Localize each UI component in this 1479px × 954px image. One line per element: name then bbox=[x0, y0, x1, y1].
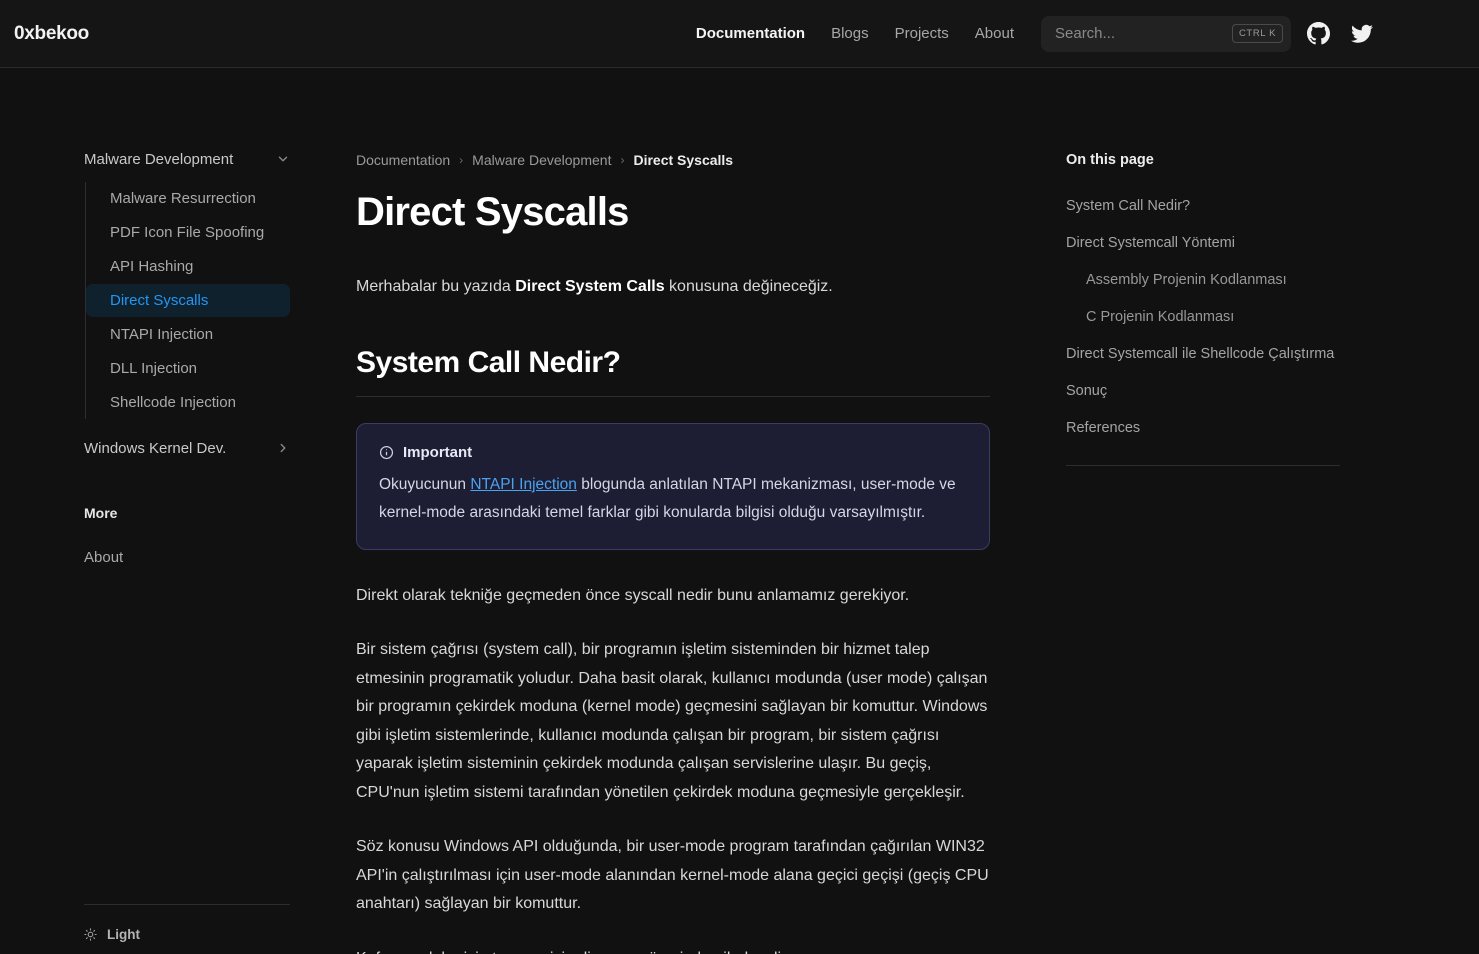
theme-toggle-button[interactable]: Light bbox=[84, 927, 290, 942]
toc-link-direct-systemcall-ile-shellcode-calistirma[interactable]: Direct Systemcall ile Shellcode Çalıştır… bbox=[1066, 344, 1340, 365]
info-icon bbox=[379, 445, 394, 460]
main-content: Documentation › Malware Development › Di… bbox=[310, 68, 1030, 954]
callout-header: Important bbox=[379, 444, 967, 461]
important-callout: Important Okuyucunun NTAPI Injection blo… bbox=[356, 422, 990, 550]
search-input[interactable]: Search... CTRL K bbox=[1041, 15, 1291, 52]
sidebar-item-ntapi-injection[interactable]: NTAPI Injection bbox=[86, 318, 290, 351]
section-heading-system-call-nedir: System Call Nedir? bbox=[356, 346, 990, 397]
page-layout: Malware Development Malware Resurrection… bbox=[0, 68, 1479, 954]
search-shortcut-badge: CTRL K bbox=[1231, 24, 1283, 43]
toc-link-sonuc[interactable]: Sonuç bbox=[1066, 381, 1340, 402]
header-nav: Documentation Blogs Projects About Searc… bbox=[683, 15, 1379, 52]
sidebar-group-malware-development[interactable]: Malware Development bbox=[84, 144, 290, 174]
site-brand[interactable]: 0xbekoo bbox=[14, 23, 89, 45]
nav-link-projects[interactable]: Projects bbox=[882, 25, 962, 42]
intro-text-before: Merhabalar bu yazıda bbox=[356, 278, 516, 295]
sidebar-sublist: Malware Resurrection PDF Icon File Spoof… bbox=[85, 182, 290, 419]
sidebar-group-windows-kernel-dev[interactable]: Windows Kernel Dev. bbox=[84, 433, 290, 463]
intro-paragraph: Merhabalar bu yazıda Direct System Calls… bbox=[356, 273, 990, 302]
sidebar-divider bbox=[84, 904, 290, 905]
sidebar-item-about[interactable]: About bbox=[84, 549, 290, 566]
table-of-contents: On this page System Call Nedir? Direct S… bbox=[1030, 68, 1390, 954]
toc-link-assembly-projenin-kodlanmasi[interactable]: Assembly Projenin Kodlanması bbox=[1066, 270, 1340, 291]
toc-title: On this page bbox=[1066, 152, 1154, 168]
sidebar-item-pdf-icon-file-spoofing[interactable]: PDF Icon File Spoofing bbox=[86, 216, 290, 249]
toc-link-direct-systemcall-yontemi[interactable]: Direct Systemcall Yöntemi bbox=[1066, 233, 1340, 254]
toc-link-references[interactable]: References bbox=[1066, 418, 1340, 439]
toc-divider bbox=[1066, 465, 1340, 466]
page-title: Direct Syscalls bbox=[356, 190, 629, 234]
intro-text-after: konusuna değineceğiz. bbox=[664, 278, 833, 295]
callout-title: Important bbox=[403, 443, 473, 461]
sun-icon bbox=[84, 928, 97, 941]
nav-link-documentation[interactable]: Documentation bbox=[683, 25, 818, 42]
ntapi-injection-link[interactable]: NTAPI Injection bbox=[470, 476, 577, 493]
breadcrumb-item-malware-development[interactable]: Malware Development bbox=[472, 152, 611, 168]
nav-link-blogs[interactable]: Blogs bbox=[818, 25, 882, 42]
paragraph-3: Söz konusu Windows API olduğunda, bir us… bbox=[356, 838, 989, 912]
breadcrumb-item-documentation[interactable]: Documentation bbox=[356, 152, 450, 168]
paragraph-4: Kafanıza daha iyi oturması için diyagram… bbox=[356, 945, 990, 954]
sidebar-item-dll-injection[interactable]: DLL Injection bbox=[86, 352, 290, 385]
sidebar-item-direct-syscalls[interactable]: Direct Syscalls bbox=[86, 284, 290, 317]
paragraph-1: Direkt olarak tekniğe geçmeden önce sysc… bbox=[356, 586, 910, 604]
intro-text-bold: Direct System Calls bbox=[515, 278, 665, 295]
sidebar-group-label: Windows Kernel Dev. bbox=[84, 439, 227, 457]
breadcrumb: Documentation › Malware Development › Di… bbox=[356, 152, 990, 168]
callout-body: Okuyucunun NTAPI Injection blogunda anla… bbox=[379, 471, 967, 527]
site-header: 0xbekoo Documentation Blogs Projects Abo… bbox=[0, 0, 1479, 68]
chevron-right-icon bbox=[276, 441, 290, 455]
toc-link-c-projenin-kodlanmasi[interactable]: C Projenin Kodlanması bbox=[1066, 307, 1340, 328]
sidebar: Malware Development Malware Resurrection… bbox=[0, 68, 310, 954]
github-icon[interactable] bbox=[1301, 17, 1335, 51]
sidebar-more-title: More bbox=[84, 505, 118, 521]
sidebar-item-shellcode-injection[interactable]: Shellcode Injection bbox=[86, 386, 290, 419]
callout-text-before: Okuyucunun bbox=[379, 475, 471, 493]
toc-link-system-call-nedir[interactable]: System Call Nedir? bbox=[1066, 196, 1340, 217]
breadcrumb-separator-icon: › bbox=[459, 153, 464, 167]
search-placeholder: Search... bbox=[1055, 25, 1116, 42]
twitter-icon[interactable] bbox=[1345, 17, 1379, 51]
chevron-down-icon bbox=[276, 152, 290, 166]
theme-toggle-label: Light bbox=[107, 927, 140, 942]
breadcrumb-separator-icon: › bbox=[620, 153, 625, 167]
paragraph-2: Bir sistem çağrısı (system call), bir pr… bbox=[356, 641, 988, 801]
sidebar-item-malware-resurrection[interactable]: Malware Resurrection bbox=[86, 182, 290, 215]
sidebar-item-api-hashing[interactable]: API Hashing bbox=[86, 250, 290, 283]
sidebar-group-label: Malware Development bbox=[84, 150, 234, 168]
nav-link-about[interactable]: About bbox=[962, 25, 1027, 42]
sidebar-footer: Light bbox=[84, 904, 290, 942]
breadcrumb-item-current: Direct Syscalls bbox=[633, 152, 734, 168]
